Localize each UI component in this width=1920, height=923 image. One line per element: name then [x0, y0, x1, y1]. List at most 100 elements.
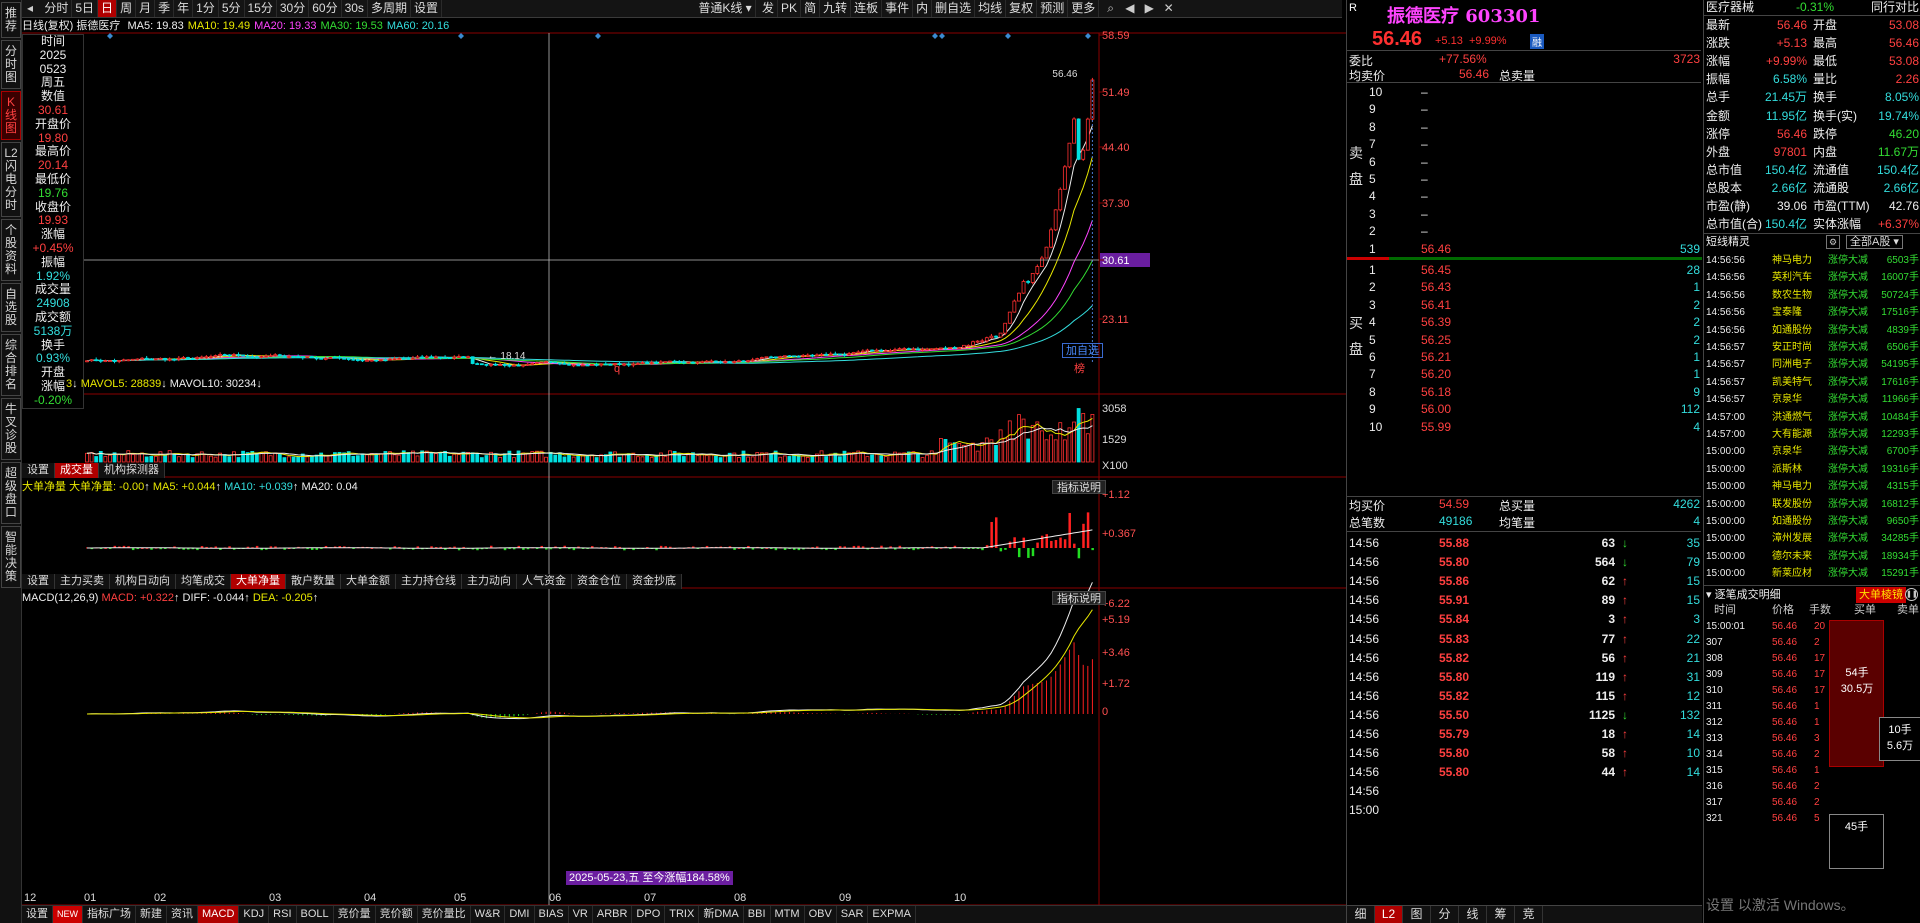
quote-tab-1[interactable]: L2 [1375, 906, 1403, 923]
indicator-tab-12[interactable]: W&R [471, 906, 506, 923]
settings-icon[interactable]: ⚙ [1826, 235, 1840, 249]
indicator-tab-1[interactable]: NEW [53, 906, 83, 923]
buy-level-row[interactable]: 1 56.45 28 [1369, 262, 1700, 279]
period-tab-6[interactable]: 年 [174, 0, 194, 17]
sell-level-row[interactable]: 2– [1369, 223, 1700, 240]
bigorder-indicator-button[interactable]: 指标说明 [1052, 480, 1106, 494]
elf-filter-select[interactable]: 全部A股 ▾ [1846, 235, 1903, 249]
indicator-tab-8[interactable]: BOLL [297, 906, 334, 923]
event-marker[interactable] [458, 33, 464, 39]
toolbar-action-6[interactable]: 内 [913, 0, 933, 17]
close-icon[interactable]: ✕ [1161, 0, 1177, 17]
left-tab-3[interactable]: L2闪电分时 [1, 142, 21, 217]
left-tab-9[interactable]: 智能决策 [1, 526, 21, 588]
elf-row[interactable]: 14:56:57 安正时尚 涨停大减 6506手 [1706, 339, 1919, 356]
toolbar-action-10[interactable]: 预测 [1037, 0, 1069, 17]
left-tab-7[interactable]: 牛叉诊股 [1, 398, 21, 460]
toolbar-action-2[interactable]: 简 [801, 0, 821, 17]
toolbar-action-1[interactable]: PK [778, 0, 802, 17]
toolbar-action-0[interactable]: 发 [759, 0, 779, 17]
indicator-tab-6[interactable]: KDJ [239, 906, 270, 923]
indicator-tab-24[interactable]: EXPMA [868, 906, 916, 923]
period-tab-4[interactable]: 月 [136, 0, 156, 17]
elf-row[interactable]: 14:56:57 同洲电子 涨停大减 54195手 [1706, 356, 1919, 373]
buy-level-row[interactable]: 6 56.21 1 [1369, 349, 1700, 366]
elf-row[interactable]: 14:56:57 京泉华 涨停大减 11966手 [1706, 391, 1919, 408]
indicator-tab-11[interactable]: 竞价量比 [418, 906, 471, 923]
flow-tab-5[interactable]: 散户数量 [286, 574, 341, 589]
elf-row[interactable]: 15:00:00 联发股份 涨停大减 16812手 [1706, 496, 1919, 513]
big-order-prism-button[interactable]: 大单棱镜 [1856, 587, 1906, 603]
sell-level-row[interactable]: 10 – [1369, 84, 1700, 101]
elf-row[interactable]: 15:00:00 漳州发展 涨停大减 34285手 [1706, 530, 1919, 547]
back-icon[interactable]: ◀ [1122, 0, 1138, 17]
period-tab-9[interactable]: 15分 [245, 0, 277, 17]
left-tab-6[interactable]: 综合排名 [1, 334, 21, 396]
elf-row[interactable]: 14:57:00 大有能源 涨停大减 12293手 [1706, 426, 1919, 443]
event-marker[interactable] [1005, 33, 1011, 39]
elf-row[interactable]: 15:00:00 如通股份 涨停大减 9650手 [1706, 513, 1919, 530]
elf-row[interactable]: 15:00:00 新莱应材 涨停大减 15291手 [1706, 565, 1919, 582]
indicator-tab-15[interactable]: VR [569, 906, 593, 923]
period-tab-12[interactable]: 30s [342, 0, 368, 17]
period-tab-14[interactable]: 设置 [411, 0, 442, 17]
indicator-tab-4[interactable]: 资讯 [167, 906, 198, 923]
sell-level-row[interactable]: 5– [1369, 171, 1700, 188]
flow-tab-3[interactable]: 均笔成交 [176, 574, 231, 589]
sell-level-row[interactable]: 6– [1369, 154, 1700, 171]
quote-tab-3[interactable]: 分 [1431, 906, 1459, 923]
event-marker[interactable] [939, 33, 945, 39]
buy-level-row[interactable]: 8 56.18 9 [1369, 384, 1700, 401]
quote-tab-0[interactable]: 细 [1347, 906, 1375, 923]
menu-icon[interactable]: ◂ [22, 0, 38, 17]
left-tab-5[interactable]: 自选股 [1, 283, 21, 332]
toolbar-action-9[interactable]: 复权 [1006, 0, 1038, 17]
sell-level-row[interactable]: 7– [1369, 136, 1700, 153]
indicator-tab-22[interactable]: OBV [805, 906, 837, 923]
indicator-tab-16[interactable]: ARBR [593, 906, 633, 923]
toolbar-action-8[interactable]: 均线 [975, 0, 1007, 17]
kline-type-select[interactable]: 普通K线 ▾ [695, 0, 756, 17]
elf-row[interactable]: 15:00:00 神马电力 涨停大减 4315手 [1706, 478, 1919, 495]
event-marker[interactable] [107, 33, 113, 39]
sell-level-row[interactable]: 4– [1369, 188, 1700, 205]
quote-tab-2[interactable]: 图 [1403, 906, 1431, 923]
period-tab-5[interactable]: 季 [155, 0, 175, 17]
flow-tab-7[interactable]: 主力持仓线 [396, 574, 462, 589]
sector-row[interactable]: 医疗器械 -0.31% 同行对比 [1706, 0, 1919, 15]
volume-tab-2[interactable]: 机构探测器 [99, 463, 165, 478]
elf-row[interactable]: 14:56:56 英利汽车 涨停大减 16007手 [1706, 269, 1919, 286]
sell-level-row[interactable]: 8– [1369, 119, 1700, 136]
flow-tab-6[interactable]: 大单金额 [341, 574, 396, 589]
sell-level-row[interactable]: 3– [1369, 206, 1700, 223]
volume-tab-0[interactable]: 设置 [22, 463, 55, 478]
indicator-tab-19[interactable]: 新DMA [699, 906, 744, 923]
period-tab-1[interactable]: 5日 [72, 0, 99, 17]
period-tab-0[interactable]: 分时 [41, 0, 73, 17]
flow-tab-1[interactable]: 主力买卖 [55, 574, 110, 589]
forward-icon[interactable]: ▶ [1141, 0, 1157, 17]
elf-row[interactable]: 14:56:56 如通股份 涨停大减 4839手 [1706, 322, 1919, 339]
event-marker[interactable] [932, 33, 938, 39]
left-tab-2[interactable]: K线图 [1, 91, 21, 140]
elf-row[interactable]: 14:56:56 数农生物 涨停大减 50724手 [1706, 287, 1919, 304]
toolbar-action-5[interactable]: 事件 [882, 0, 914, 17]
indicator-tab-0[interactable]: 设置 [22, 906, 53, 923]
period-tab-8[interactable]: 5分 [219, 0, 245, 17]
elf-row[interactable]: 15:00:00 京泉华 涨停大减 6700手 [1706, 443, 1919, 460]
search-icon[interactable]: ⌕ [1103, 0, 1119, 17]
toolbar-action-4[interactable]: 连板 [851, 0, 883, 17]
indicator-tab-21[interactable]: MTM [771, 906, 805, 923]
period-tab-3[interactable]: 周 [117, 0, 137, 17]
indicator-tab-20[interactable]: BBI [744, 906, 771, 923]
indicator-tab-10[interactable]: 竞价额 [376, 906, 418, 923]
left-tab-1[interactable]: 分时图 [1, 40, 21, 89]
sell-level-row[interactable]: 1 56.46 539 [1369, 241, 1700, 258]
elf-row[interactable]: 14:56:56 神马电力 涨停大减 6503手 [1706, 252, 1919, 269]
pause-icon[interactable]: ❚❚ [1905, 588, 1918, 601]
indicator-tab-3[interactable]: 新建 [136, 906, 167, 923]
chart-canvas[interactable]: 58.59 51.49 44.40 37.30 30.61 23.11 56.46 ← 18.… [22, 19, 1346, 923]
add-watchlist-button[interactable]: 加自选 [1062, 343, 1103, 358]
indicator-tab-7[interactable]: RSI [269, 906, 297, 923]
peer-compare-link[interactable]: 同行对比 [1871, 0, 1919, 15]
